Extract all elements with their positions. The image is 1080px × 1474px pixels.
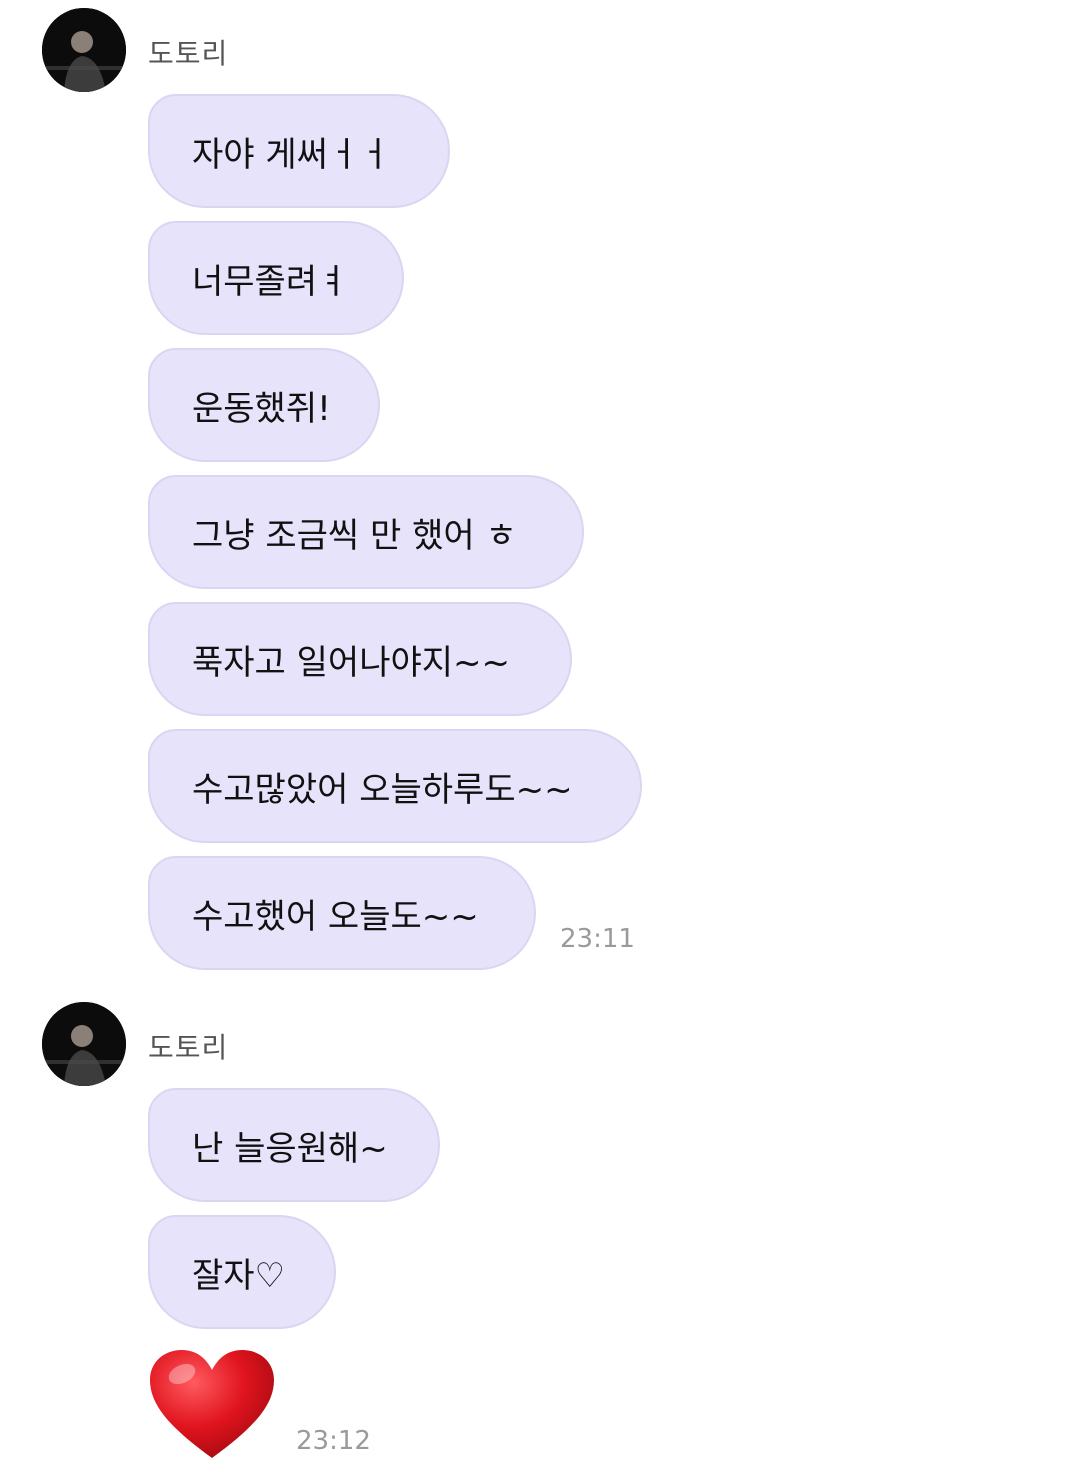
message-bubble[interactable]: 운동했쥐! <box>148 348 380 462</box>
heart-emoji-icon[interactable] <box>148 1348 276 1462</box>
message-bubble[interactable]: 그냥 조금씩 만 했어 ㅎ <box>148 475 584 589</box>
message-bubble[interactable]: 자야 게써ㅓㅓ <box>148 94 450 208</box>
message-timestamp: 23:12 <box>296 1426 371 1456</box>
message-bubble[interactable]: 난 늘응원해~ <box>148 1088 440 1202</box>
sender-avatar[interactable] <box>42 8 126 92</box>
sender-name: 도토리 <box>148 1031 229 1064</box>
message-bubble[interactable]: 수고많았어 오늘하루도~~ <box>148 729 642 843</box>
message-bubble[interactable]: 너무졸려ㅕ <box>148 221 404 335</box>
message-bubble[interactable]: 수고했어 오늘도~~ <box>148 856 536 970</box>
sender-avatar[interactable] <box>42 1002 126 1086</box>
message-bubble[interactable]: 잘자♡ <box>148 1215 336 1329</box>
message-timestamp: 23:11 <box>560 924 635 954</box>
sender-name: 도토리 <box>148 37 229 70</box>
message-bubble[interactable]: 푹자고 일어나야지~~ <box>148 602 572 716</box>
